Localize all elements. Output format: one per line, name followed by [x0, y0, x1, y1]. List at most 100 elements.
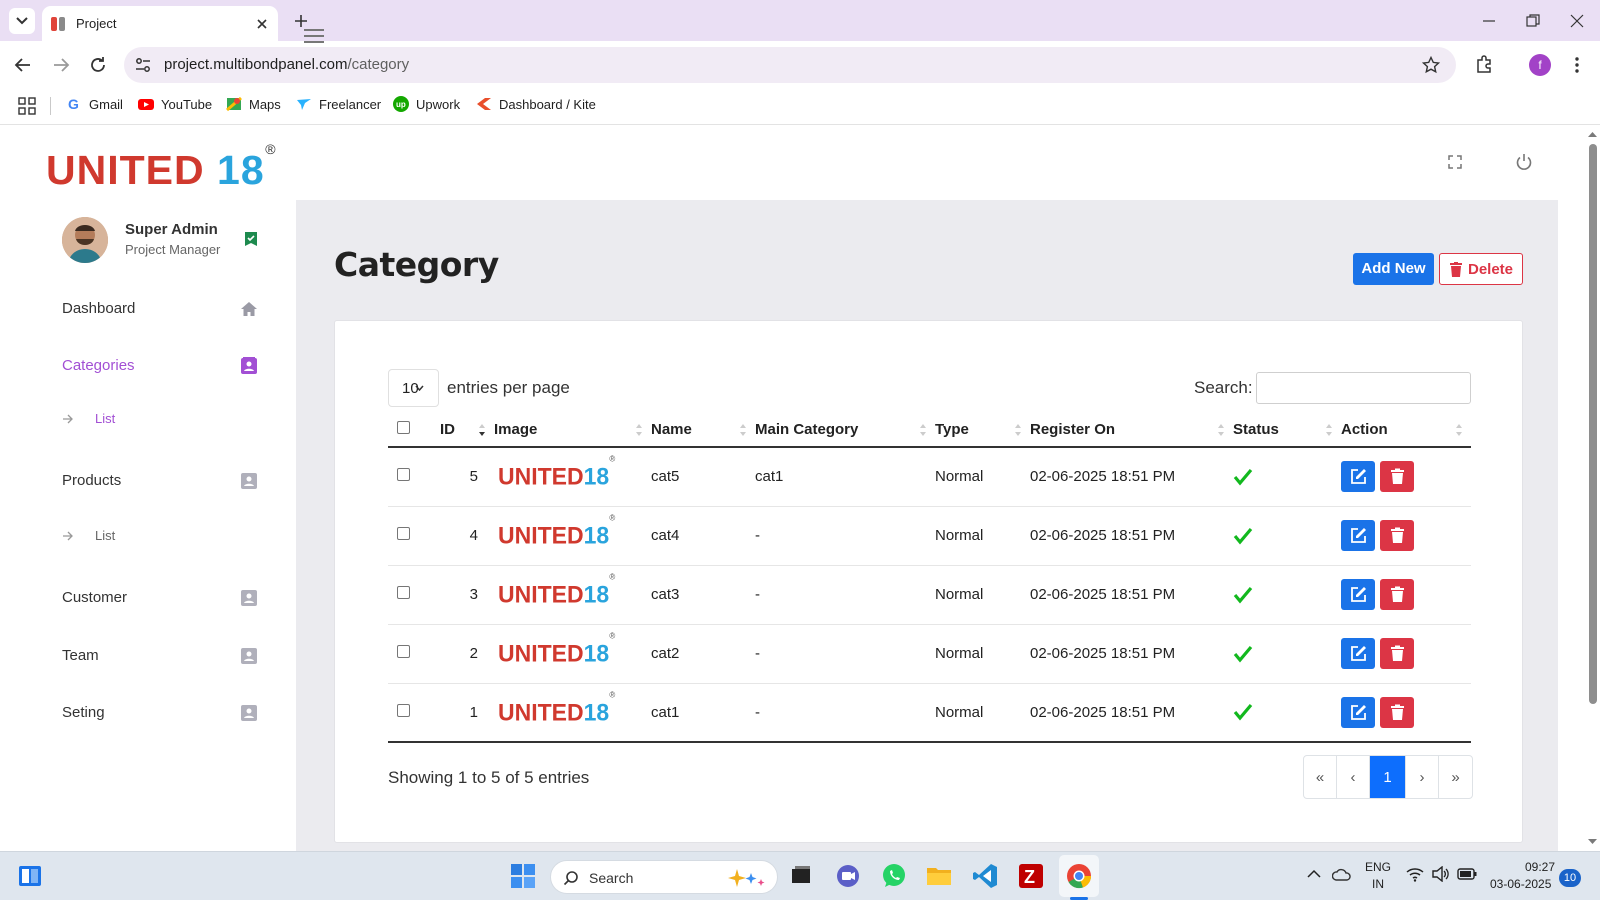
col-header-image[interactable]: Image: [494, 413, 651, 448]
edit-button[interactable]: [1341, 579, 1375, 610]
input-language[interactable]: ENG: [1365, 860, 1391, 874]
brand-logo[interactable]: UNITED 18 ®: [46, 141, 276, 194]
page-first-button[interactable]: «: [1304, 756, 1337, 798]
sidebar-item-categories[interactable]: Categories: [62, 355, 258, 379]
onedrive-icon[interactable]: [1332, 865, 1352, 885]
extensions-puzzle-icon[interactable]: [1474, 54, 1494, 74]
bookmark-upwork[interactable]: up Upwork: [393, 96, 460, 112]
profile-avatar[interactable]: f: [1529, 54, 1551, 76]
whatsapp-icon[interactable]: [880, 862, 908, 890]
sidebar-item-team[interactable]: Team: [62, 645, 258, 669]
category-image[interactable]: UNITED18 ®: [498, 454, 615, 491]
user-name: Super Admin: [125, 221, 218, 238]
forward-arrow-icon[interactable]: [51, 55, 71, 75]
back-arrow-icon[interactable]: [13, 55, 33, 75]
search-input[interactable]: [1256, 372, 1471, 404]
row-checkbox[interactable]: [397, 586, 410, 599]
delete-row-button[interactable]: [1380, 461, 1414, 493]
page-prev-button[interactable]: ‹: [1337, 756, 1370, 798]
sidebar-item-dashboard[interactable]: Dashboard: [62, 298, 258, 322]
row-checkbox[interactable]: [397, 645, 410, 658]
volume-icon[interactable]: [1432, 866, 1450, 882]
delete-row-button[interactable]: [1380, 520, 1414, 551]
bookmark-freelancer[interactable]: Freelancer: [296, 96, 381, 112]
col-header-type[interactable]: Type: [935, 413, 1030, 448]
sidebar-item-customer[interactable]: Customer: [62, 587, 258, 611]
user-profile[interactable]: Super Admin Project Manager: [62, 217, 262, 265]
bookmark-star-icon[interactable]: [1422, 56, 1440, 74]
fullscreen-icon[interactable]: [1448, 155, 1462, 169]
edit-button[interactable]: [1341, 696, 1375, 728]
file-explorer-icon[interactable]: [925, 862, 953, 890]
scroll-down-icon[interactable]: [1587, 838, 1598, 846]
chevron-up-icon[interactable]: [1306, 866, 1322, 882]
windows-start-icon[interactable]: [509, 862, 537, 890]
close-tab-icon[interactable]: [254, 16, 270, 32]
col-header-register-on[interactable]: Register On: [1030, 413, 1233, 448]
sidebar-subitem-products-list[interactable]: List: [62, 527, 182, 547]
add-new-button[interactable]: Add New: [1353, 253, 1434, 285]
reload-icon[interactable]: [88, 55, 108, 75]
taskbar-search[interactable]: Search: [550, 860, 778, 894]
vscode-icon[interactable]: [971, 862, 999, 890]
wifi-icon[interactable]: [1406, 866, 1424, 882]
trash-icon: [1390, 527, 1404, 543]
input-region[interactable]: IN: [1372, 877, 1384, 891]
edit-button[interactable]: [1341, 638, 1375, 669]
widgets-icon[interactable]: [18, 865, 42, 887]
bookmark-gmail[interactable]: G Gmail: [66, 96, 123, 112]
col-header-name[interactable]: Name: [651, 413, 755, 448]
power-icon[interactable]: [1515, 153, 1533, 171]
scroll-up-icon[interactable]: [1587, 130, 1598, 138]
edit-button[interactable]: [1341, 461, 1375, 493]
notification-badge[interactable]: 10: [1559, 869, 1581, 887]
col-header-id[interactable]: ID: [440, 413, 494, 448]
apps-grid-icon[interactable]: [18, 97, 36, 115]
delete-row-button[interactable]: [1380, 696, 1414, 728]
edit-button[interactable]: [1341, 520, 1375, 551]
delete-button[interactable]: Delete: [1439, 253, 1523, 285]
select-all-checkbox[interactable]: [397, 421, 410, 434]
address-bar[interactable]: project.multibondpanel.com/category: [124, 47, 1456, 83]
filezilla-icon[interactable]: Z: [1017, 862, 1045, 890]
category-image[interactable]: UNITED18 ®: [498, 513, 615, 549]
pagination: « ‹ 1 › »: [1303, 755, 1473, 799]
category-image[interactable]: UNITED18 ®: [498, 631, 615, 667]
scrollbar-thumb[interactable]: [1589, 144, 1597, 704]
site-info-icon[interactable]: [134, 56, 152, 74]
page-current-button[interactable]: 1: [1370, 756, 1406, 798]
delete-row-button[interactable]: [1380, 579, 1414, 610]
task-view-icon[interactable]: [787, 862, 815, 890]
bookmark-youtube[interactable]: YouTube: [138, 96, 212, 112]
col-header-action[interactable]: Action: [1341, 413, 1471, 448]
col-header-status[interactable]: Status: [1233, 413, 1341, 448]
restore-icon[interactable]: [1524, 12, 1542, 30]
category-image[interactable]: UNITED18 ®: [498, 690, 615, 726]
delete-row-button[interactable]: [1380, 638, 1414, 669]
category-image[interactable]: UNITED18 ®: [498, 572, 615, 608]
more-menu-icon[interactable]: [1574, 55, 1580, 75]
sidebar-subitem-categories-list[interactable]: List: [62, 410, 182, 430]
row-checkbox[interactable]: [397, 468, 410, 482]
tab-search-button[interactable]: [9, 8, 35, 34]
browser-tab[interactable]: Project: [42, 6, 278, 41]
teams-meet-icon[interactable]: [834, 862, 862, 890]
page-next-button[interactable]: ›: [1406, 756, 1439, 798]
bookmark-maps[interactable]: Maps: [226, 96, 281, 112]
page-last-button[interactable]: »: [1439, 756, 1472, 798]
bookmark-kite[interactable]: Dashboard / Kite: [476, 96, 596, 112]
hamburger-menu-icon[interactable]: [303, 27, 325, 45]
tab-favicon-icon: [51, 16, 65, 31]
minimize-icon[interactable]: [1480, 12, 1498, 30]
entries-per-page-select[interactable]: 10: [388, 369, 439, 407]
chrome-icon[interactable]: [1065, 862, 1093, 890]
clock-date[interactable]: 03-06-2025: [1490, 877, 1551, 891]
close-window-icon[interactable]: [1568, 12, 1586, 30]
sidebar-item-products[interactable]: Products: [62, 470, 258, 494]
col-header-main-category[interactable]: Main Category: [755, 413, 935, 448]
sidebar-item-seting[interactable]: Seting: [62, 702, 258, 726]
row-checkbox[interactable]: [397, 703, 410, 717]
clock-time[interactable]: 09:27: [1525, 860, 1555, 874]
row-checkbox[interactable]: [397, 527, 410, 540]
battery-icon[interactable]: [1457, 867, 1477, 881]
